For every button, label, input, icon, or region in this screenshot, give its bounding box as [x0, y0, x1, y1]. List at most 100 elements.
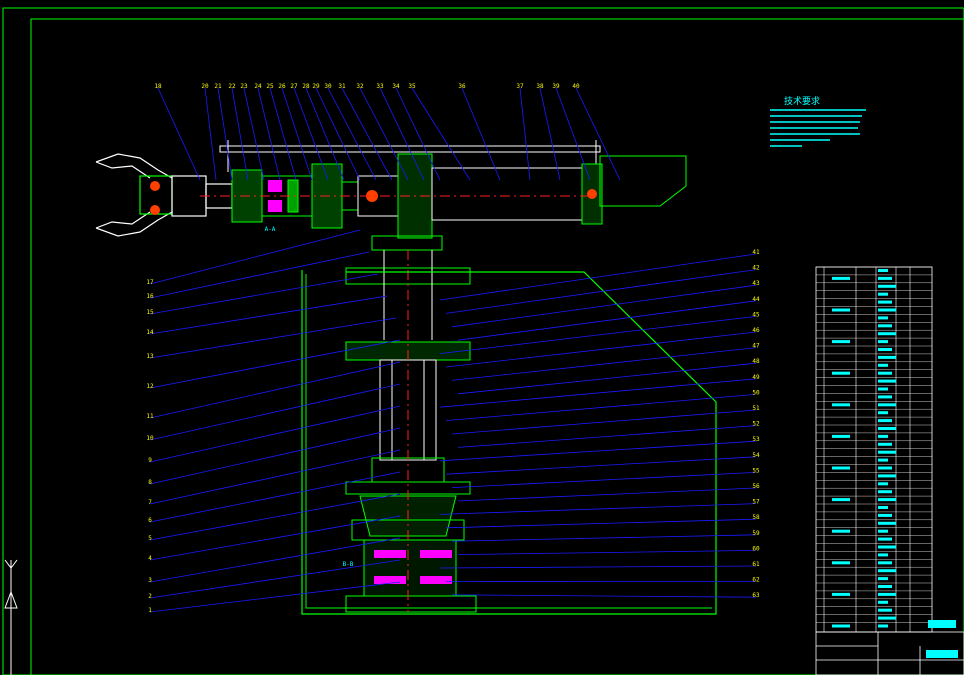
part-label-44: 44: [752, 296, 760, 303]
part-label-6: 6: [148, 517, 152, 524]
part-label-21: 21: [214, 83, 222, 90]
parts-table-cell: [878, 561, 892, 565]
part-label-29: 29: [312, 83, 320, 90]
parts-table-cell: [832, 466, 850, 470]
part-label-15: 15: [146, 309, 154, 316]
parts-table-cell: [832, 624, 850, 628]
part-label-26: 26: [278, 83, 286, 90]
part-label-8: 8: [148, 479, 152, 486]
parts-table-cell: [878, 600, 888, 604]
part-label-24: 24: [254, 83, 262, 90]
part-label-36: 36: [458, 83, 466, 90]
parts-table-cell: [878, 340, 888, 344]
part-label-47: 47: [752, 343, 760, 350]
parts-table-cell: [878, 276, 892, 280]
parts-table-cell: [878, 616, 896, 620]
part-label-43: 43: [752, 280, 760, 287]
parts-table-cell: [832, 592, 850, 596]
parts-table-cell: [878, 332, 896, 336]
part-label-39: 39: [552, 83, 560, 90]
parts-table-cell: [878, 585, 892, 588]
part-label-52: 52: [752, 421, 760, 428]
part-label-28: 28: [302, 83, 310, 90]
part-label-9: 9: [148, 457, 152, 464]
parts-table-cell: [878, 490, 892, 494]
parts-table-cell: [878, 592, 896, 596]
parts-table-cell: [878, 569, 896, 573]
part-label-5: 5: [148, 535, 152, 542]
parts-table-cell: [878, 292, 888, 296]
part-label-48: 48: [752, 358, 760, 365]
part-label-45: 45: [752, 311, 760, 318]
part-label-23: 23: [240, 83, 248, 90]
part-label-22: 22: [228, 83, 236, 90]
part-label-63: 63: [752, 592, 760, 599]
parts-table-cell: [878, 379, 896, 383]
parts-table-cell: [878, 466, 892, 470]
parts-table-cell: [832, 561, 850, 565]
parts-table-cell: [878, 308, 896, 312]
part-label-38: 38: [536, 83, 544, 90]
parts-table-cell: [878, 411, 888, 415]
parts-table-cell: [878, 363, 888, 367]
part-label-53: 53: [752, 436, 760, 443]
parts-table-cell: [878, 474, 896, 478]
parts-table-cell: [878, 506, 888, 509]
parts-table-cell: [878, 521, 896, 525]
parts-table-cell: [878, 434, 888, 438]
part-label-2: 2: [148, 593, 152, 600]
parts-table-cell: [878, 482, 888, 486]
part-label-61: 61: [752, 561, 760, 568]
part-label-62: 62: [752, 577, 760, 584]
part-label-41: 41: [752, 249, 760, 256]
parts-table-cell: [878, 419, 892, 423]
parts-table-cell: [878, 537, 892, 541]
part-label-31: 31: [338, 83, 346, 90]
parts-table-cell: [832, 340, 850, 344]
part-label-11: 11: [146, 413, 154, 420]
section-label-a: A-A: [265, 226, 276, 233]
section-label-b: B-B: [343, 561, 354, 568]
part-label-42: 42: [752, 265, 760, 272]
part-label-25: 25: [266, 83, 274, 90]
part-label-37: 37: [516, 83, 524, 90]
parts-table-cell: [878, 395, 892, 399]
part-label-35: 35: [408, 83, 416, 90]
part-label-13: 13: [146, 353, 154, 360]
part-label-16: 16: [146, 293, 154, 300]
parts-table-cell: [878, 284, 896, 288]
part-label-34: 34: [392, 83, 400, 90]
part-label-10: 10: [146, 435, 154, 442]
part-label-57: 57: [752, 499, 760, 506]
part-label-1: 1: [148, 607, 152, 614]
parts-table-cell: [878, 316, 888, 320]
part-label-12: 12: [146, 383, 154, 390]
part-label-7: 7: [148, 499, 152, 506]
parts-table-cell: [878, 513, 892, 517]
parts-table-cell: [832, 308, 850, 312]
part-label-27: 27: [290, 83, 298, 90]
parts-table-cell: [878, 529, 888, 533]
part-label-17: 17: [146, 279, 154, 286]
part-label-58: 58: [752, 514, 760, 521]
part-label-49: 49: [752, 374, 760, 381]
parts-table-cell: [832, 434, 850, 438]
part-label-54: 54: [752, 452, 760, 459]
part-label-14: 14: [146, 329, 154, 336]
parts-table-cell: [832, 371, 850, 375]
parts-table-cell: [878, 324, 892, 328]
parts-table-cell: [878, 387, 888, 391]
parts-table-cell: [878, 300, 892, 304]
part-label-33: 33: [376, 83, 384, 90]
parts-table-cell: [832, 276, 850, 280]
part-label-51: 51: [752, 405, 760, 412]
parts-table-cell: [878, 355, 896, 359]
part-label-40: 40: [572, 83, 580, 90]
parts-table-cell: [878, 427, 896, 430]
parts-table-cell: [832, 403, 850, 407]
parts-table-cell: [878, 348, 892, 351]
part-label-32: 32: [356, 83, 364, 90]
part-label-18: 18: [154, 83, 162, 90]
parts-table-cell: [878, 371, 892, 375]
parts-table-cell: [878, 608, 892, 612]
